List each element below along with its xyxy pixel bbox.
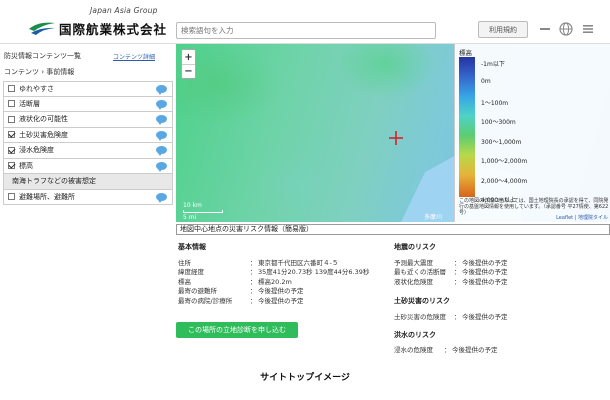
info-row: 浸水の危険度 ：今後提供の予定 — [394, 344, 498, 354]
sidebar-item-label: 液状化の可能性 — [19, 115, 68, 124]
elevation-legend: 標高 -1m以下 0m 1〜100m 100〜300m 300〜1,000m 1,000〜… — [454, 44, 610, 222]
globe-icon[interactable] — [558, 21, 574, 37]
info-row: 最寄の病院/診療所 ：今後提供の予定 — [178, 295, 304, 305]
info-value: 今後提供の予定 — [462, 313, 508, 321]
info-bubble-icon[interactable] — [156, 99, 167, 110]
sidebar-item-label: ゆれやすさ — [19, 84, 54, 93]
place-label: 多摩川 — [424, 214, 443, 221]
breadcrumb[interactable]: コンテンツ › 事前情報 — [4, 67, 74, 77]
landslide-risk-title: 土砂災害のリスク — [394, 297, 450, 305]
checkbox[interactable] — [8, 100, 15, 108]
basic-info-title: 基本情報 — [178, 243, 206, 251]
info-row: 土砂災害の危険度 ：今後提供の予定 — [394, 311, 508, 321]
terms-button[interactable]: 利用規約 — [478, 21, 528, 38]
earthquake-risk-title: 地震のリスク — [394, 243, 436, 251]
sidebar-item[interactable]: 南海トラフなどの被害想定 — [3, 174, 173, 190]
info-value: 今後提供の予定 — [452, 346, 498, 354]
sidebar-item[interactable]: 浸水危険度 — [3, 143, 173, 159]
search-input[interactable] — [176, 22, 436, 39]
separator: ： — [454, 313, 461, 321]
separator: ： — [250, 296, 257, 305]
sidebar: 防災情報コンテンツ一覧 コンテンツ詳細 コンテンツ › 事前情報 ゆれやすさ活断… — [0, 44, 176, 230]
info-key: 液状化危険度 — [394, 277, 433, 286]
sidebar-item-label: 標高 — [19, 161, 33, 170]
info-bubble-icon[interactable] — [156, 161, 167, 172]
company-name: 国際航業株式会社 — [59, 22, 168, 37]
app-frame: Japan Asia Group 国際航業株式会社 利用規約 防災情報コンテンツ… — [0, 0, 610, 358]
company-logo[interactable]: Japan Asia Group 国際航業株式会社 — [28, 6, 178, 40]
info-key: 浸水の危険度 — [394, 346, 433, 354]
legend-label: 1,000〜2,000m — [481, 158, 528, 166]
map-view[interactable]: + − 10 km 5 mi 多摩川 標高 -1m以下 0m 1〜100m 100〜3… — [176, 44, 610, 222]
sidebar-item-label: 浸水危険度 — [19, 146, 54, 155]
legend-label: -1m以下 — [481, 61, 505, 68]
checkbox[interactable] — [8, 146, 15, 154]
map-scale: 10 km 5 mi — [183, 202, 223, 221]
checkbox[interactable] — [8, 85, 15, 93]
legend-label: 2,000〜4,000m — [481, 177, 528, 185]
header: Japan Asia Group 国際航業株式会社 利用規約 — [0, 0, 610, 44]
menu-icon[interactable] — [580, 21, 596, 37]
sidebar-item[interactable]: 活断層 — [3, 96, 173, 112]
legend-label: 0m — [481, 78, 491, 86]
sidebar-item[interactable]: 標高 — [3, 158, 173, 174]
info-bubble-icon[interactable] — [156, 192, 167, 203]
content-list: ゆれやすさ活断層液状化の可能性 土砂災害危険度 浸水危険度標高南海トラフなどの被害想… — [3, 81, 173, 205]
checkbox[interactable] — [8, 131, 15, 139]
scale-km: 10 km — [183, 202, 202, 209]
info-bubble-icon[interactable] — [156, 130, 167, 141]
sidebar-item-label: 活断層 — [19, 99, 40, 108]
apply-site-diagnosis-button[interactable]: この場所の立地診断を申し込む — [176, 322, 298, 338]
zoom-in-button[interactable]: + — [182, 50, 195, 64]
sidebar-item-label: 避難場所、避難所 — [19, 192, 75, 201]
map-attribution[interactable]: Leaflet | 地理院タイル — [556, 214, 608, 221]
sidebar-item[interactable]: ゆれやすさ — [3, 81, 173, 97]
sidebar-title: 防災情報コンテンツ一覧 — [4, 52, 81, 60]
sidebar-item[interactable]: 土砂災害危険度 — [3, 127, 173, 143]
zoom-out-button[interactable]: − — [182, 64, 195, 78]
legend-label: 1〜100m — [481, 99, 509, 107]
sidebar-item[interactable]: 液状化の可能性 — [3, 112, 173, 128]
flood-risk-title: 洪水のリスク — [394, 331, 436, 339]
separator: ： — [444, 346, 451, 354]
scale-mi: 5 mi — [183, 214, 197, 221]
sidebar-item[interactable]: 避難場所、避難所 — [3, 189, 173, 205]
separator: ： — [454, 277, 461, 286]
info-key: 土砂災害の危険度 — [394, 313, 446, 321]
info-bubble-icon[interactable] — [156, 146, 167, 156]
info-value: 今後提供の予定 — [462, 277, 508, 286]
legend-label: 300〜1,000m — [481, 138, 522, 146]
checkbox[interactable] — [8, 162, 15, 170]
checkbox[interactable] — [8, 115, 15, 123]
checkbox[interactable] — [8, 193, 15, 201]
legend-title: 標高 — [459, 49, 472, 57]
info-key: 最寄の病院/診療所 — [178, 296, 233, 305]
logo-mark-icon — [29, 22, 55, 35]
info-row: 液状化危険度 ：今後提供の予定 — [394, 276, 508, 286]
crosshair-icon — [389, 131, 403, 145]
info-bubble-icon[interactable] — [156, 85, 167, 95]
info-value: 今後提供の予定 — [258, 296, 304, 305]
legend-label: 100〜300m — [481, 119, 516, 127]
group-name: Japan Asia Group — [90, 6, 158, 15]
legend-color-bar — [459, 57, 475, 197]
sidebar-item-label: 南海トラフなどの被害想定 — [12, 177, 96, 186]
risk-info-bar: 地図中心地点の災害リスク情報（簡易版） — [176, 224, 610, 235]
zoom-control: + − — [181, 49, 196, 79]
sidebar-item-label: 土砂災害危険度 — [19, 130, 68, 139]
minimize-icon[interactable] — [537, 21, 553, 37]
info-bubble-icon[interactable] — [156, 115, 167, 125]
content-details-link[interactable]: コンテンツ詳細 — [113, 52, 155, 61]
caption: サイトトップイメージ — [260, 373, 350, 383]
